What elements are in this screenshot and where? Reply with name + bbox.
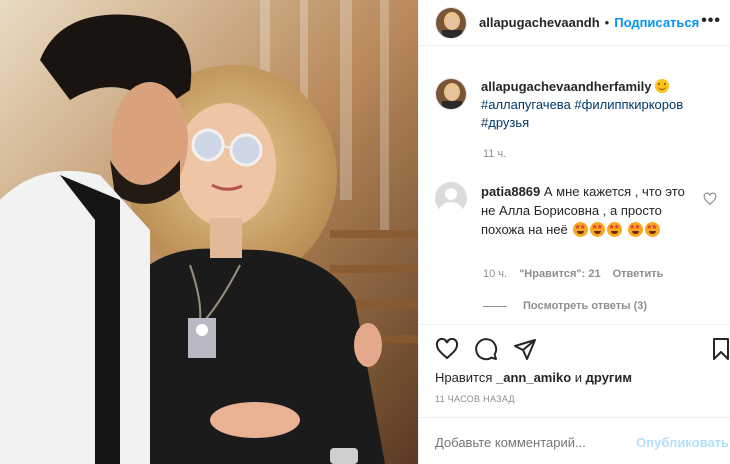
post-image: [0, 0, 418, 464]
reply-button[interactable]: Ответить: [613, 268, 664, 280]
star-struck-emoji-icon: [628, 222, 644, 237]
publish-button[interactable]: Опубликовать: [636, 435, 729, 450]
post-photo[interactable]: [0, 0, 418, 464]
caption-timestamp: 11 ч.: [483, 148, 507, 160]
author-username[interactable]: allapugachevaandh: [479, 15, 600, 30]
hashtag-link[interactable]: #аллапугачева: [481, 97, 571, 112]
paper-plane-icon[interactable]: [513, 337, 537, 361]
commenter-avatar[interactable]: [435, 182, 467, 214]
comment-item: patia8869 А мне кажется , что это не Алл…: [435, 182, 725, 239]
hashtag-link[interactable]: #филиппкиркоров: [574, 97, 683, 112]
separator-dot: •: [604, 15, 610, 30]
star-struck-emoji-icon: [573, 222, 589, 237]
post-timestamp: 11 ЧАСОВ НАЗАД: [435, 394, 515, 404]
caption-avatar[interactable]: [435, 78, 467, 110]
likes-others-link[interactable]: другим: [586, 370, 632, 385]
add-comment-bar: Опубликовать: [419, 417, 730, 464]
caption-username[interactable]: allapugachevaandherfamily: [481, 79, 652, 94]
view-replies-button[interactable]: Посмотреть ответы (3): [483, 300, 647, 312]
liker-username[interactable]: _ann_amiko: [496, 370, 571, 385]
post-caption: allapugachevaandherfamily #аллапугачева …: [435, 78, 725, 132]
comment-timestamp: 10 ч.: [483, 268, 508, 280]
commenter-username[interactable]: patia8869: [481, 184, 540, 199]
likes-summary: Нравится _ann_amiko и другим: [435, 370, 632, 385]
post-header: allapugachevaandh • Подписаться •••: [419, 0, 730, 46]
heart-icon[interactable]: [435, 337, 459, 361]
comment-body: patia8869 А мне кажется , что это не Алл…: [481, 182, 691, 239]
smile-emoji-icon: [654, 79, 669, 93]
comment-like-heart-icon[interactable]: [703, 192, 717, 206]
likes-joiner: и: [574, 370, 583, 385]
follow-button[interactable]: Подписаться: [614, 15, 699, 30]
post-action-bar: [419, 324, 730, 370]
star-struck-emoji-icon: [590, 222, 606, 237]
author-avatar[interactable]: [435, 6, 467, 39]
star-struck-emoji-icon: [645, 222, 661, 237]
comment-meta: 10 ч. "Нравится": 21 Ответить: [483, 268, 663, 280]
view-replies-label: Посмотреть ответы (3): [523, 300, 648, 312]
post-side-panel: allapugachevaandh • Подписаться ••• alla…: [418, 0, 730, 464]
replies-divider: [483, 305, 507, 307]
comment-input[interactable]: [435, 435, 625, 450]
comment-bubble-icon[interactable]: [474, 337, 498, 361]
star-struck-emoji-icon: [607, 222, 623, 237]
likes-prefix: Нравится: [435, 370, 493, 385]
comment-likes-count[interactable]: "Нравится": 21: [519, 268, 600, 280]
more-options-icon[interactable]: •••: [701, 12, 721, 30]
hashtag-link[interactable]: #друзья: [481, 115, 529, 130]
bookmark-icon[interactable]: [709, 337, 730, 361]
caption-text: allapugachevaandherfamily #аллапугачева …: [481, 78, 683, 132]
